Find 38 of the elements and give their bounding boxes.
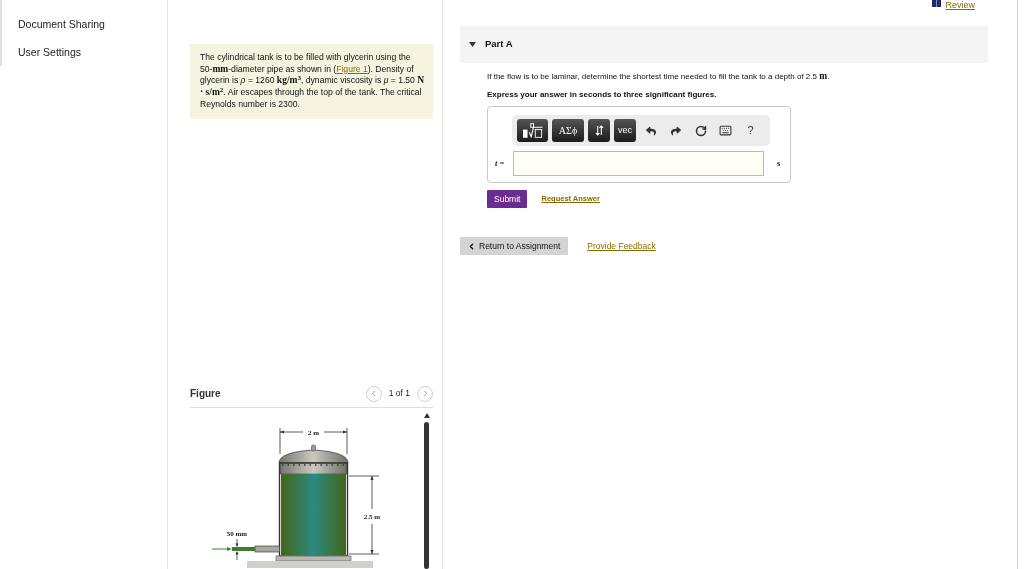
chevron-left-icon [467, 241, 476, 251]
pipe-diameter-arrows [235, 538, 239, 561]
keyboard-icon [719, 124, 732, 137]
submit-button[interactable]: Submit [487, 190, 528, 208]
inlet-pipe [254, 545, 280, 553]
inflow-stream [232, 547, 255, 551]
instruction-text: Express your answer in seconds to three significant figures. [487, 89, 717, 100]
unit-label: s [777, 157, 781, 170]
feedback-link[interactable]: Provide Feedback [587, 239, 656, 253]
part-header[interactable]: Part A [460, 26, 988, 63]
help-button[interactable]: ? [740, 119, 761, 142]
reset-icon [694, 124, 707, 137]
redo-icon [670, 125, 681, 136]
part-title: Part A [485, 37, 513, 52]
flow-arrow [211, 547, 232, 551]
figure-link[interactable]: Figure 1 [336, 63, 368, 74]
question-text: If the flow is to be laminar, determine the shortest time needed to fill the tank to a depth of 2.5 m. [487, 71, 830, 82]
answer-input[interactable] [513, 151, 764, 176]
greek-symbols-button[interactable]: ΑΣϕ [552, 119, 584, 142]
figure-pager: 1 of 1 [388, 387, 410, 400]
sidebar-item[interactable]: User Settings [18, 44, 82, 60]
template-button[interactable] [517, 119, 548, 142]
problem-text: The cylindrical tank is to be filled with glycerin using the 50-mm-diameter pipe as shown in (Figure 1). Density of glycerin is ρ = 1260 kg/m$^{3}$, dynamic viscosity is μ = 1.50 N · s/m$^{2}$. Air escapes through the top of the tank. The critical Reynolds number is 2300. [200, 52, 425, 111]
sidebar-item[interactable]: Document Sharing [18, 16, 105, 32]
review-link[interactable]: Review [945, 0, 975, 10]
vector-button[interactable]: vec [614, 119, 636, 142]
scrollbar-thumb[interactable] [424, 422, 429, 569]
arrows-button[interactable] [588, 119, 610, 142]
scroll-up-icon[interactable] [423, 413, 430, 418]
return-button[interactable]: Return to Assignment [460, 237, 569, 255]
book-icon [932, 0, 942, 7]
fraction-root-icon [522, 123, 543, 138]
up-down-arrows-icon [594, 125, 604, 136]
width-dimension-line [279, 427, 348, 455]
tank-lid [278, 444, 349, 475]
variable-label: t = [494, 157, 506, 170]
figure-title: Figure [190, 387, 221, 401]
undo-icon [645, 125, 656, 136]
